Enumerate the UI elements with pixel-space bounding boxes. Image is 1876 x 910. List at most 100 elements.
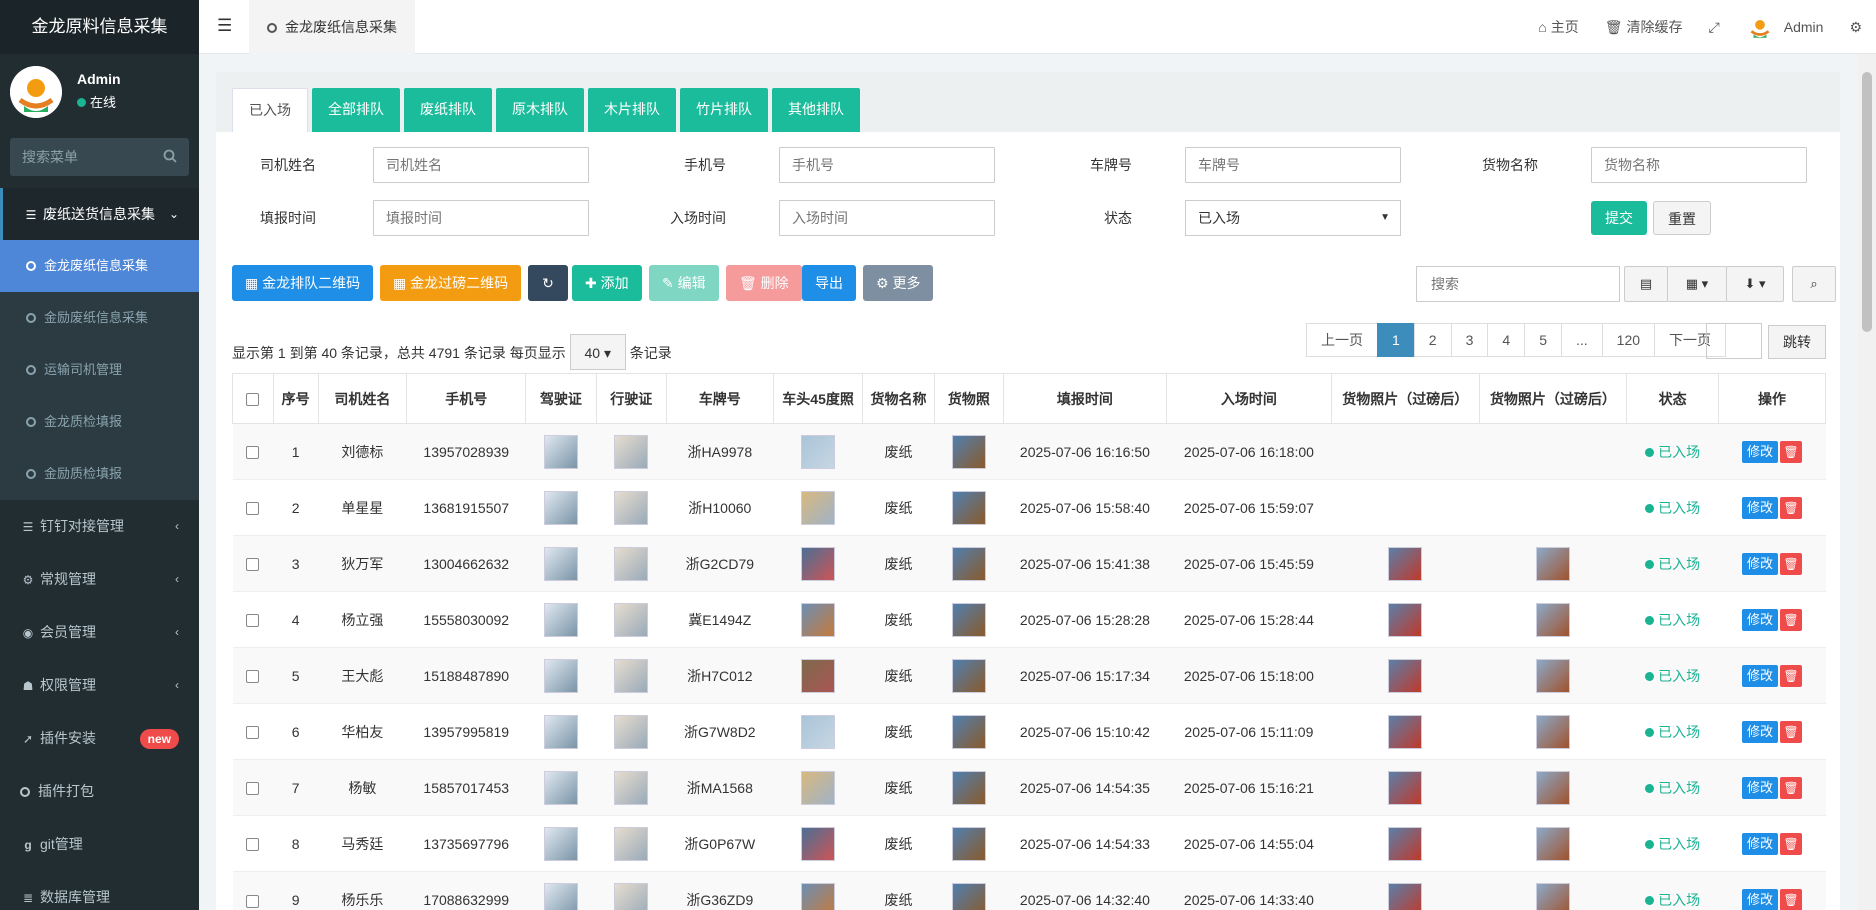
after-weigh-photo[interactable] [1535,826,1570,861]
select-all-checkbox[interactable] [246,393,260,407]
table-search-input[interactable] [1416,266,1620,302]
goods-photo[interactable] [951,546,986,581]
row-delete-button[interactable]: 🗑 [1779,608,1802,631]
sidebar-item-jinlong-qc[interactable]: 金龙质检填报 [0,396,199,448]
sidebar-item-git[interactable]: g git管理 [0,818,199,871]
page-scrollbar[interactable] [1858,54,1876,910]
driver-license-photo[interactable] [543,882,578,910]
col-head-photo[interactable]: 车头45度照 [772,373,864,424]
row-checkbox[interactable] [246,838,260,852]
after-weigh-photo[interactable] [1388,826,1423,861]
sidebar-group-paper[interactable]: ☰ 废纸送货信息采集 ⌄ [0,188,199,240]
col-report-time[interactable]: 填报时间 [1002,373,1167,424]
sidebar-item-permissions[interactable]: ☗ 权限管理 ‹ [0,659,199,712]
goods-photo[interactable] [951,602,986,637]
vehicle-license-photo[interactable] [614,658,649,693]
report-time-input[interactable] [373,200,589,236]
row-edit-button[interactable]: 修改 [1741,720,1778,743]
columns-button[interactable]: ▦ ▾ [1667,266,1727,302]
goods-photo[interactable] [951,770,986,805]
driver-license-photo[interactable] [543,826,578,861]
weigh-qr-button[interactable]: ▦ 金龙过磅二维码 [380,265,522,301]
export-button[interactable]: 导出 [802,265,856,301]
sidebar-item-members[interactable]: ◉ 会员管理 ‹ [0,606,199,659]
after-weigh-photo[interactable] [1535,546,1570,581]
row-edit-button[interactable]: 修改 [1741,776,1778,799]
col-status[interactable]: 状态 [1626,373,1719,424]
tab-jinlong-paper[interactable]: 金龙废纸信息采集 [249,0,415,54]
truck-head-photo[interactable] [801,490,836,525]
prev-page-button[interactable]: 上一页 [1306,323,1378,357]
goods-photo[interactable] [951,826,986,861]
after-weigh-photo[interactable] [1388,602,1423,637]
row-checkbox[interactable] [246,894,260,908]
tab-bamboo-queue[interactable]: 竹片排队 [680,88,768,132]
after-weigh-photo[interactable] [1535,714,1570,749]
row-edit-button[interactable]: 修改 [1741,496,1778,519]
truck-head-photo[interactable] [801,658,836,693]
row-delete-button[interactable]: 🗑 [1779,664,1802,687]
goods-input[interactable] [1591,147,1807,183]
after-weigh-photo[interactable] [1535,658,1570,693]
sidebar-item-plugins[interactable]: ➚ 插件安装 new [0,712,199,765]
goods-photo[interactable] [951,490,986,525]
row-delete-button[interactable]: 🗑 [1779,832,1802,855]
col-phone[interactable]: 手机号 [406,373,527,424]
submit-button[interactable]: 提交 [1591,201,1647,235]
truck-head-photo[interactable] [801,546,836,581]
scrollbar-thumb[interactable] [1862,72,1872,332]
page-120-button[interactable]: 120 [1601,323,1656,357]
page-3-button[interactable]: 3 [1450,323,1489,357]
after-weigh-photo[interactable] [1388,882,1423,910]
vehicle-license-photo[interactable] [614,714,649,749]
edit-button[interactable]: ✎ 编辑 [649,265,719,301]
row-checkbox[interactable] [246,726,260,740]
phone-input[interactable] [779,147,995,183]
page-4-button[interactable]: 4 [1487,323,1526,357]
table-row[interactable]: 1 刘德标 13957028939 浙HA9978 废纸 2025-07-06 16:16… [232,423,1826,480]
more-button[interactable]: ⚙ 更多 [863,265,934,301]
sidebar-item-jinli-paper[interactable]: 金励废纸信息采集 [0,292,199,344]
refresh-button[interactable]: ↻ [528,265,568,301]
driver-license-photo[interactable] [543,714,578,749]
row-edit-button[interactable]: 修改 [1741,664,1778,687]
tab-all-queue[interactable]: 全部排队 [312,88,400,132]
row-edit-button[interactable]: 修改 [1741,440,1778,463]
col-plate[interactable]: 车牌号 [665,373,774,424]
truck-head-photo[interactable] [801,882,836,910]
after-weigh-photo[interactable] [1388,546,1423,581]
row-checkbox[interactable] [246,670,260,684]
table-row[interactable]: 8 马秀廷 13735697796 浙G0P67W 废纸 2025-07-06 14:54… [232,815,1826,872]
toggle-view-button[interactable]: ▤ [1624,266,1668,302]
row-edit-button[interactable]: 修改 [1741,832,1778,855]
table-row[interactable]: 9 杨乐乐 17088632999 浙G36ZD9 废纸 2025-07-06 14:32… [232,871,1826,910]
home-link[interactable]: ⌂ 主页 [1538,17,1578,37]
jump-page-input[interactable] [1706,323,1762,359]
goods-photo[interactable] [951,714,986,749]
driver-license-photo[interactable] [543,434,578,469]
truck-head-photo[interactable] [801,602,836,637]
jump-button[interactable]: 跳转 [1768,325,1826,359]
delete-button[interactable]: 🗑 删除 [726,265,802,301]
col-no[interactable]: 序号 [272,373,319,424]
driver-license-photo[interactable] [543,490,578,525]
status-select[interactable]: 已入场 ▼ [1185,200,1401,236]
add-button[interactable]: ✚ 添加 [572,265,642,301]
row-checkbox[interactable] [246,502,260,516]
driver-license-photo[interactable] [543,602,578,637]
after-weigh-photo[interactable] [1535,770,1570,805]
page-1-button[interactable]: 1 [1377,323,1415,357]
driver-name-input[interactable] [373,147,589,183]
after-weigh-photo[interactable] [1388,770,1423,805]
settings-button[interactable]: ⚙ [1849,19,1862,36]
plate-input[interactable] [1185,147,1401,183]
vehicle-license-photo[interactable] [614,882,649,910]
row-checkbox[interactable] [246,782,260,796]
sidebar-item-jinli-qc[interactable]: 金励质检填报 [0,448,199,500]
truck-head-photo[interactable] [801,826,836,861]
sidebar-item-dingtalk[interactable]: ☰ 钉钉对接管理 ‹ [0,500,199,553]
advanced-search-button[interactable]: ⌕ [1792,266,1836,302]
vehicle-license-photo[interactable] [614,546,649,581]
sidebar-item-drivers[interactable]: 运输司机管理 [0,344,199,396]
tab-other-queue[interactable]: 其他排队 [772,88,860,132]
